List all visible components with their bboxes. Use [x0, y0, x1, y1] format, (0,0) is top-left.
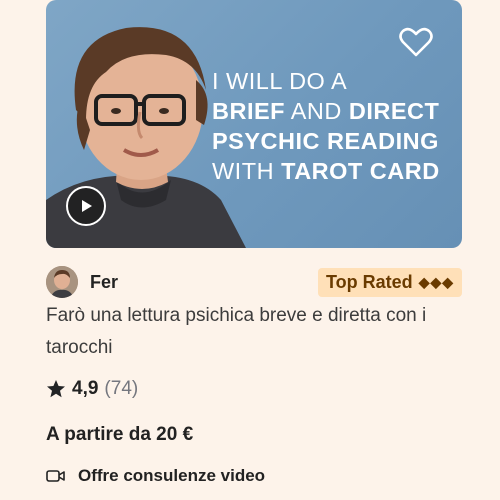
badge-label: Top Rated: [326, 271, 413, 292]
gig-card[interactable]: I WILL DO A BRIEF AND DIRECT PSYCHIC REA…: [0, 0, 500, 500]
seller-row: Fer Top Rated ◆◆◆: [46, 265, 462, 299]
avatar-image: [46, 266, 78, 298]
top-rated-badge: Top Rated ◆◆◆: [318, 267, 462, 297]
gig-thumbnail[interactable]: I WILL DO A BRIEF AND DIRECT PSYCHIC REA…: [46, 0, 462, 248]
headline-line-2: BRIEF AND DIRECT: [212, 98, 440, 124]
review-count: (74): [104, 378, 139, 399]
video-camera-icon: [46, 470, 65, 482]
play-video-button[interactable]: [66, 186, 106, 226]
seller-name[interactable]: Fer: [90, 272, 118, 293]
badge-diamonds-icon: ◆◆◆: [418, 273, 454, 290]
avatar[interactable]: [46, 266, 78, 298]
gig-title[interactable]: Farò una lettura psichica breve e dirett…: [46, 300, 446, 364]
heart-icon: [399, 27, 433, 57]
favorite-button[interactable]: [398, 24, 434, 60]
headline-line-4: WITH TAROT CARD: [212, 158, 440, 184]
star-icon: [47, 380, 65, 398]
thumbnail-headline: I WILL DO A BRIEF AND DIRECT PSYCHIC REA…: [212, 66, 462, 186]
headline-line-3: PSYCHIC READING: [212, 128, 439, 154]
play-icon: [82, 200, 92, 212]
video-label: Offre consulenze video: [78, 466, 266, 485]
rating-score: 4,9: [72, 378, 99, 399]
price-label: A partire da 20 €: [46, 424, 194, 445]
headline-line-1: I WILL DO A: [212, 68, 348, 94]
gig-rating: 4,9 (74): [46, 378, 138, 400]
video-consultation-note: Offre consulenze video: [46, 466, 265, 486]
